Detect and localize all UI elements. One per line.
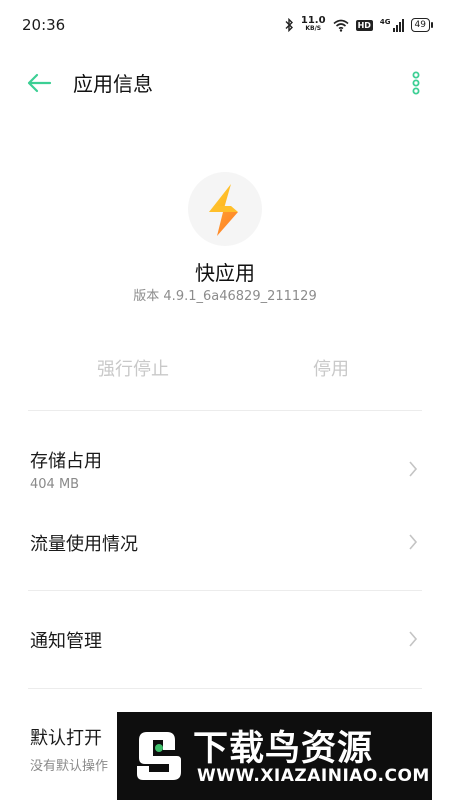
app-icon: [188, 172, 262, 246]
status-bar: 20:36 11.0 KB/S HD 4G 49: [0, 0, 450, 50]
watermark-banner: 下载鸟资源 WWW.XIAZAINIAO.COM: [117, 712, 432, 800]
storage-row[interactable]: 存储占用 404 MB: [0, 435, 450, 505]
network-type: 4G: [379, 18, 391, 26]
app-name: 快应用: [195, 261, 255, 285]
app-version: 版本 4.9.1_6a46829_211129: [133, 289, 317, 304]
net-speed-value: 11.0: [300, 15, 326, 26]
status-icons: 11.0 KB/S HD 4G 49: [284, 15, 434, 35]
divider: [28, 590, 422, 591]
net-speed-unit: KB/S: [305, 25, 322, 32]
chevron-right-icon: [409, 461, 418, 477]
notifications-label: 通知管理: [30, 631, 102, 652]
wifi-icon: [333, 19, 349, 32]
net-speed: 11.0 KB/S: [300, 15, 326, 33]
notifications-row[interactable]: 通知管理: [0, 612, 450, 667]
disable-button[interactable]: 停用: [313, 355, 349, 381]
storage-value: 404 MB: [30, 477, 80, 492]
hd-badge: HD: [355, 19, 373, 31]
lightning-bolt-icon: [209, 184, 238, 236]
back-arrow-icon[interactable]: [26, 70, 52, 96]
battery-icon: 49: [410, 18, 434, 32]
watermark-title: 下载鸟资源: [193, 729, 374, 769]
chevron-right-icon: [409, 631, 418, 647]
status-time: 20:36: [22, 16, 66, 34]
page-title: 应用信息: [73, 72, 153, 96]
storage-label: 存储占用: [30, 451, 102, 472]
force-stop-button[interactable]: 强行停止: [97, 355, 169, 381]
data-usage-row[interactable]: 流量使用情况: [0, 515, 450, 570]
default-open-label: 默认打开: [30, 728, 102, 749]
data-usage-label: 流量使用情况: [30, 534, 138, 555]
bluetooth-icon: [285, 18, 293, 32]
battery-level: 49: [414, 20, 426, 30]
signal-icon: 4G: [380, 18, 404, 32]
divider: [28, 410, 422, 411]
watermark-url: WWW.XIAZAINIAO.COM: [197, 766, 430, 786]
default-open-sub: 没有默认操作: [30, 759, 109, 774]
chevron-right-icon: [409, 534, 418, 550]
more-options-icon[interactable]: [410, 70, 422, 96]
bird-logo-icon: [137, 732, 181, 780]
divider: [28, 688, 422, 689]
